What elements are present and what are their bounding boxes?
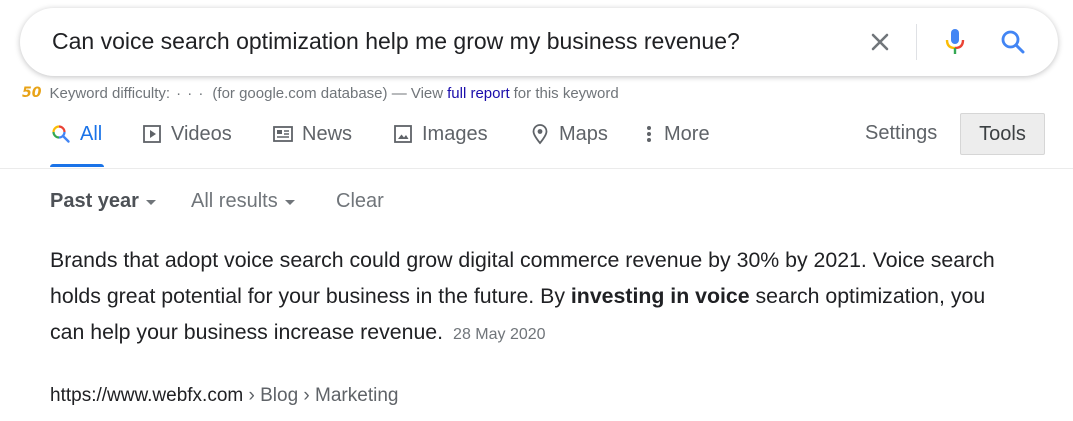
tab-more[interactable]: More [642,122,710,146]
citation-breadcrumbs: › Blog › Marketing [243,385,399,406]
snippet-date: 28 May 2020 [453,326,546,343]
time-filter-label: Past year [50,190,139,212]
tab-label: Videos [171,122,232,145]
search-input[interactable]: Can voice search optimization help me gr… [52,28,740,55]
tab-label: Maps [559,122,608,145]
tab-label: All [80,122,103,145]
tab-maps[interactable]: Maps [529,122,608,146]
results-filter-dropdown[interactable]: All results [191,190,295,213]
keyword-difficulty-value: · · · [176,84,205,102]
clear-icon[interactable] [866,28,894,56]
clear-filters-link[interactable]: Clear [336,190,384,213]
featured-snippet-text: Brands that adopt voice search could gro… [50,242,1010,353]
microphone-icon[interactable] [941,28,969,56]
results-filter-label: All results [191,190,278,212]
keyword-difficulty-bar: 50 Keyword difficulty: · · · (for google… [22,83,619,103]
caret-down-icon [145,200,156,205]
news-icon [272,123,294,145]
map-pin-icon [529,123,551,145]
full-report-link[interactable]: full report [447,85,510,102]
clear-label: Clear [336,190,384,212]
citation-url: https://www.webfx.com [50,385,244,406]
more-vert-icon [642,123,656,145]
time-filter-dropdown[interactable]: Past year [50,190,156,213]
tab-label: News [302,122,353,145]
tools-button[interactable]: Tools [960,113,1045,155]
search-bar[interactable]: Can voice search optimization help me gr… [20,8,1058,76]
play-icon [141,123,163,145]
tabs-divider [0,168,1073,169]
image-icon [392,123,414,145]
search-icon [50,123,72,145]
tab-videos[interactable]: Videos [141,122,232,146]
active-tab-indicator [50,164,104,167]
keyword-difficulty-label: Keyword difficulty: [49,84,171,102]
search-divider [916,24,917,60]
result-citation[interactable]: https://www.webfx.com › Blog › Marketing [50,385,398,407]
keyword-suffix: for this keyword [513,84,619,102]
tab-label: Images [422,122,488,145]
seoquake-logo-icon: 50 [22,85,42,101]
tab-all[interactable]: All [50,122,102,146]
search-icon[interactable] [999,28,1027,56]
settings-link[interactable]: Settings [865,122,937,145]
caret-down-icon [284,200,295,205]
snippet-bold-text: investing in voice [570,284,750,308]
tab-news[interactable]: News [272,122,352,146]
tab-images[interactable]: Images [392,122,488,146]
tab-label: More [664,122,710,145]
database-note: (for google.com database) — View [212,84,444,102]
